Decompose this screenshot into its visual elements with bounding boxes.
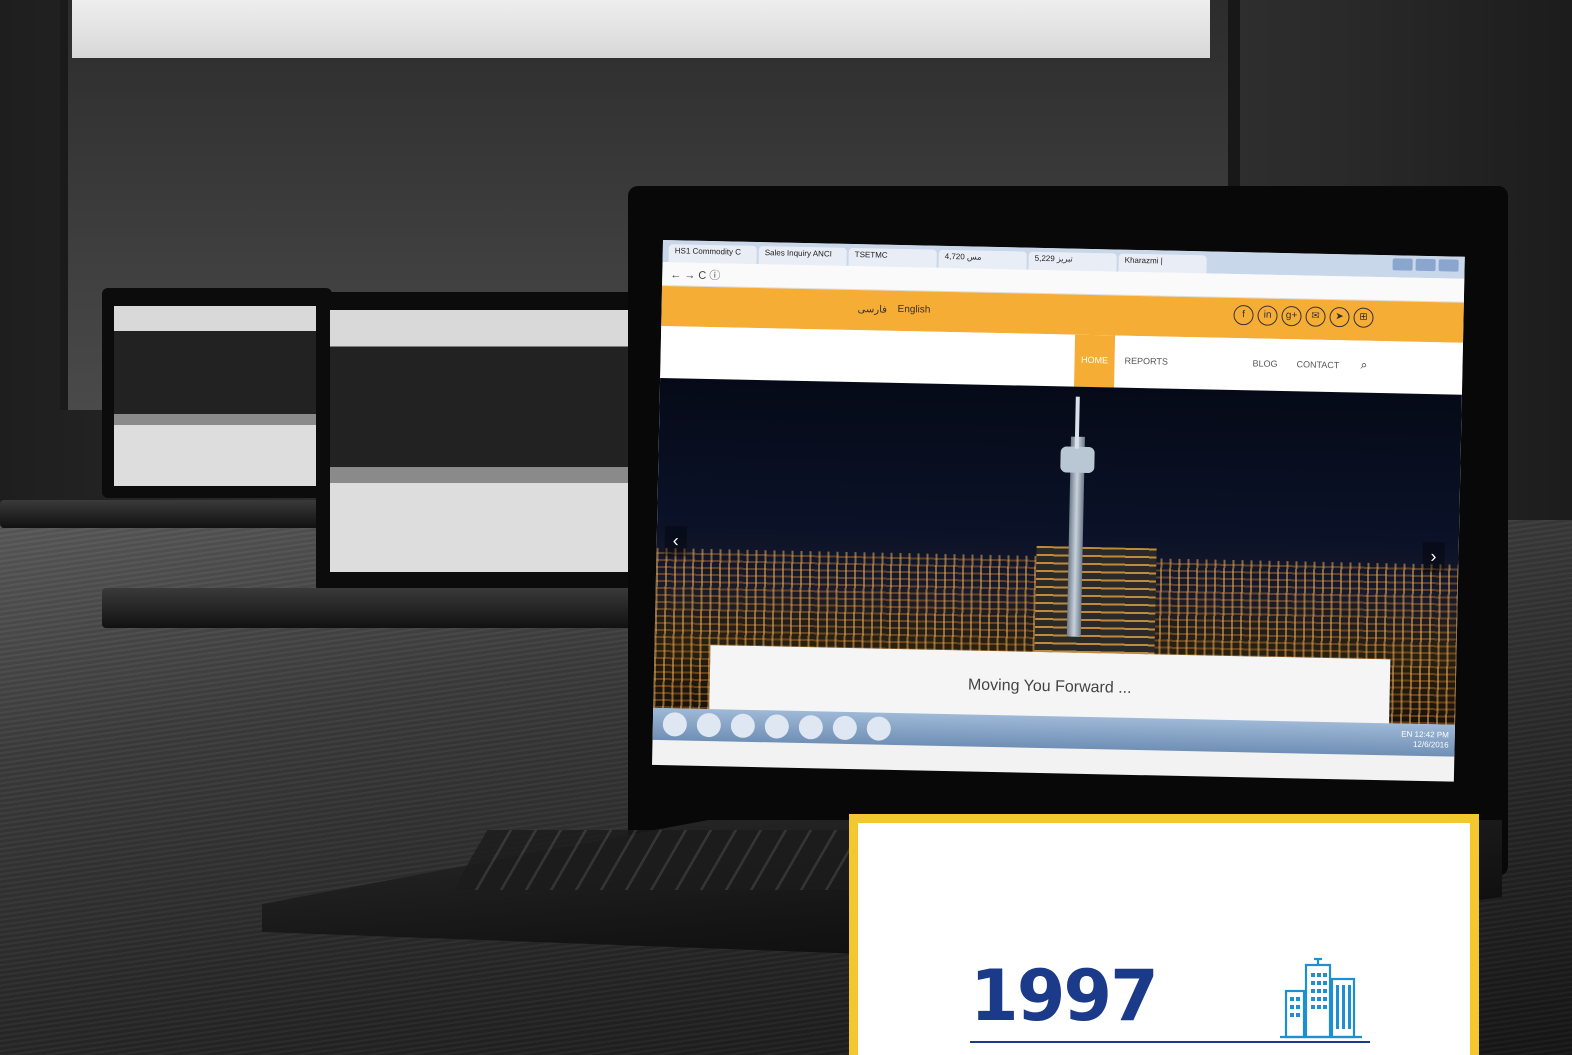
telegram-icon[interactable]: ➤ — [1329, 306, 1350, 328]
nav-blog[interactable]: BLOG — [1252, 358, 1277, 369]
folder-icon[interactable] — [730, 713, 756, 739]
chevron-right-icon[interactable]: › — [1422, 541, 1445, 573]
linkedin-icon[interactable]: in — [1257, 305, 1278, 326]
browser-tab[interactable]: 4,720 مس — [938, 249, 1027, 270]
start-icon[interactable] — [662, 712, 688, 737]
browser-tab[interactable]: Kharazmi | — [1118, 253, 1207, 274]
maximize-icon[interactable] — [1415, 258, 1436, 272]
nav-home[interactable]: HOME — [1074, 334, 1116, 388]
browser-tab[interactable]: HS1 Commodity C — [668, 244, 757, 264]
app-icon[interactable] — [866, 716, 892, 741]
minimize-icon[interactable] — [1392, 258, 1413, 271]
founding-year: 1997 — [970, 955, 1159, 1037]
milad-tower-pod — [1060, 446, 1095, 474]
browser-tab[interactable]: 5,229 تبریز — [1028, 251, 1117, 272]
system-tray: EN 12:42 PM 12/6/2016 — [1401, 730, 1449, 751]
internet-explorer-icon[interactable] — [696, 712, 722, 738]
media-player-icon[interactable] — [764, 714, 790, 739]
tray-date: 12/6/2016 — [1412, 739, 1449, 750]
buildings-icon — [1280, 957, 1362, 1039]
chevron-left-icon[interactable]: ‹ — [664, 526, 688, 557]
card-divider — [970, 1041, 1370, 1043]
language-farsi-link[interactable]: فارسی — [857, 304, 887, 316]
background-laptop-middle-base — [102, 588, 662, 628]
nav-buttons-icon[interactable]: ← → C ⓘ — [670, 266, 720, 282]
window-controls — [1392, 258, 1459, 272]
photo-scene: HS1 Commodity C Sales Inquiry ANCI TSETM… — [0, 0, 1572, 1055]
language-english-link[interactable]: English — [897, 304, 930, 316]
main-laptop-screen: HS1 Commodity C Sales Inquiry ANCI TSETM… — [652, 240, 1465, 782]
facebook-icon[interactable]: f — [1233, 304, 1254, 326]
browser-tab[interactable]: TSETMC — [848, 247, 937, 268]
search-icon[interactable]: ⌕ — [1360, 358, 1367, 373]
paint-icon[interactable] — [832, 715, 858, 741]
nav-contact[interactable]: CONTACT — [1296, 359, 1339, 370]
founding-year-card: 1997 — [849, 814, 1479, 1055]
browser-tab[interactable]: Sales Inquiry ANCI — [758, 246, 847, 266]
background-laptop-far-base — [0, 500, 320, 528]
projector-lit-area — [72, 0, 1210, 58]
chrome-icon[interactable] — [798, 714, 824, 740]
email-icon[interactable]: ✉ — [1305, 306, 1326, 327]
nav-reports[interactable]: REPORTS — [1124, 356, 1168, 367]
city-towers-image — [1034, 545, 1157, 669]
tagline-text: Moving You Forward ... — [967, 676, 1132, 697]
background-laptop-far-screen — [114, 306, 320, 486]
social-links: f in g+ ✉ ➤ ⊞ — [1233, 304, 1374, 328]
tray-language[interactable]: EN — [1401, 730, 1412, 739]
apps-icon[interactable]: ⊞ — [1353, 307, 1374, 328]
background-laptop-middle-screen — [330, 310, 640, 572]
google-plus-icon[interactable]: g+ — [1281, 305, 1302, 327]
close-icon[interactable] — [1438, 259, 1459, 272]
tray-time: 12:42 PM — [1414, 729, 1449, 740]
